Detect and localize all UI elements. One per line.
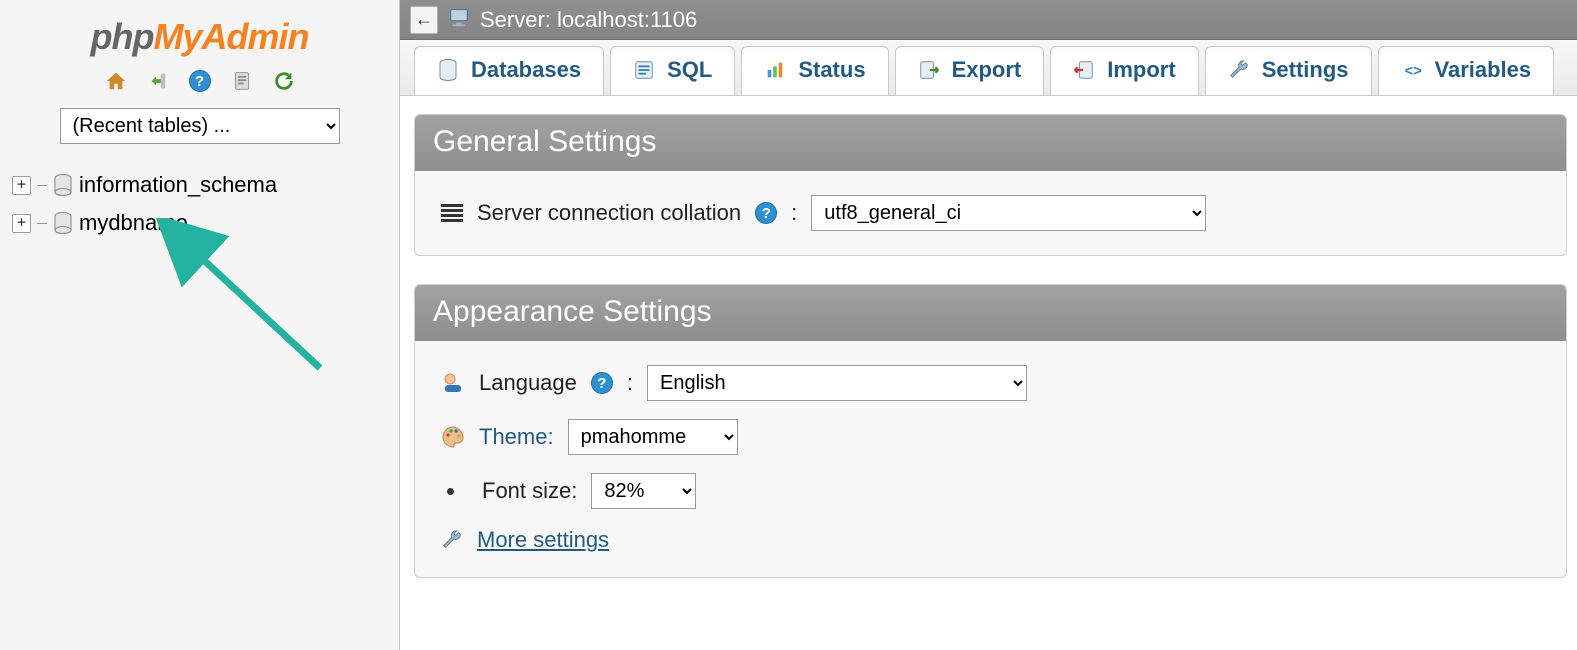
top-tabs: Databases SQL Status Export Import [400, 40, 1577, 96]
tab-variables[interactable]: <> Variables [1378, 46, 1555, 95]
sidebar: phpMyAdmin ? (Recent tables) ... + infor… [0, 0, 400, 650]
main: ← Server: localhost:1106 Databases SQL S… [400, 0, 1577, 650]
annotation-arrow [150, 218, 350, 378]
theme-select[interactable]: pmahomme [568, 419, 738, 455]
database-icon [53, 174, 73, 196]
row-theme: Theme: pmahomme [441, 419, 1540, 455]
colon: : [627, 370, 633, 396]
panel-title: Appearance Settings [415, 285, 1566, 341]
docs-icon[interactable] [229, 68, 255, 94]
help-icon[interactable]: ? [591, 372, 613, 394]
tab-label: Export [952, 57, 1022, 83]
variables-icon: <> [1401, 59, 1423, 81]
content: General Settings Server connection colla… [400, 96, 1577, 626]
db-name-label: information_schema [79, 172, 277, 198]
row-more-settings: More settings [441, 527, 1540, 553]
databases-icon [437, 59, 459, 81]
row-language: Language ? : English [441, 365, 1540, 401]
server-label: Server: localhost:1106 [480, 7, 697, 33]
help-icon: ? [189, 70, 211, 92]
fontsize-select[interactable]: 82% [591, 473, 696, 509]
bullet-icon [447, 488, 454, 495]
collation-label: Server connection collation [477, 200, 741, 226]
expand-icon[interactable]: + [12, 176, 31, 195]
panel-general-settings: General Settings Server connection colla… [414, 114, 1567, 256]
db-tree-item-information-schema[interactable]: + information_schema [12, 166, 389, 204]
settings-icon [1228, 59, 1250, 81]
logo-my: My [153, 16, 201, 57]
tab-label: Import [1107, 57, 1175, 83]
collation-select[interactable]: utf8_general_ci [811, 195, 1206, 231]
tab-export[interactable]: Export [895, 46, 1045, 95]
status-icon [764, 59, 786, 81]
colon: : [791, 200, 797, 226]
tab-status[interactable]: Status [741, 46, 888, 95]
sidebar-toolbar: ? [0, 68, 399, 94]
tab-label: Variables [1435, 57, 1532, 83]
collation-icon [441, 204, 463, 222]
language-select[interactable]: English [647, 365, 1027, 401]
database-tree: + information_schema + mydbname [0, 162, 399, 242]
tree-connector [37, 223, 47, 224]
tab-import[interactable]: Import [1050, 46, 1198, 95]
sql-icon [633, 59, 655, 81]
theme-icon [441, 425, 465, 449]
reload-icon[interactable] [271, 68, 297, 94]
server-bar: ← Server: localhost:1106 [400, 0, 1577, 40]
row-collation: Server connection collation ? : utf8_gen… [441, 195, 1540, 231]
db-name-label: mydbname [79, 210, 188, 236]
tab-label: Settings [1262, 57, 1349, 83]
tab-sql[interactable]: SQL [610, 46, 735, 95]
server-icon [448, 6, 470, 34]
back-button[interactable]: ← [410, 6, 438, 34]
tab-label: SQL [667, 57, 712, 83]
tab-settings[interactable]: Settings [1205, 46, 1372, 95]
tab-label: Status [798, 57, 865, 83]
theme-label[interactable]: Theme: [479, 424, 554, 450]
query-window-icon[interactable]: ? [187, 68, 213, 94]
row-fontsize: Font size: 82% [441, 473, 1540, 509]
language-label: Language [479, 370, 577, 396]
fontsize-label: Font size: [482, 478, 577, 504]
tab-databases[interactable]: Databases [414, 46, 604, 95]
svg-text:<>: <> [1404, 64, 1421, 80]
panel-title: General Settings [415, 115, 1566, 171]
logo-admin: Admin [202, 16, 309, 57]
db-tree-item-mydbname[interactable]: + mydbname [12, 204, 389, 242]
panel-appearance-settings: Appearance Settings Language ? : English [414, 284, 1567, 578]
wrench-icon [441, 529, 463, 551]
more-settings-link[interactable]: More settings [477, 527, 609, 553]
home-icon[interactable] [103, 68, 129, 94]
tree-connector [37, 185, 47, 186]
recent-tables-select[interactable]: (Recent tables) ... [60, 108, 340, 144]
expand-icon[interactable]: + [12, 214, 31, 233]
phpmyadmin-logo: phpMyAdmin [0, 16, 399, 58]
tab-label: Databases [471, 57, 581, 83]
export-icon [918, 59, 940, 81]
database-icon [53, 212, 73, 234]
language-icon [441, 371, 465, 395]
help-icon[interactable]: ? [755, 202, 777, 224]
logout-icon[interactable] [145, 68, 171, 94]
logo-php: php [91, 16, 154, 57]
import-icon [1073, 59, 1095, 81]
